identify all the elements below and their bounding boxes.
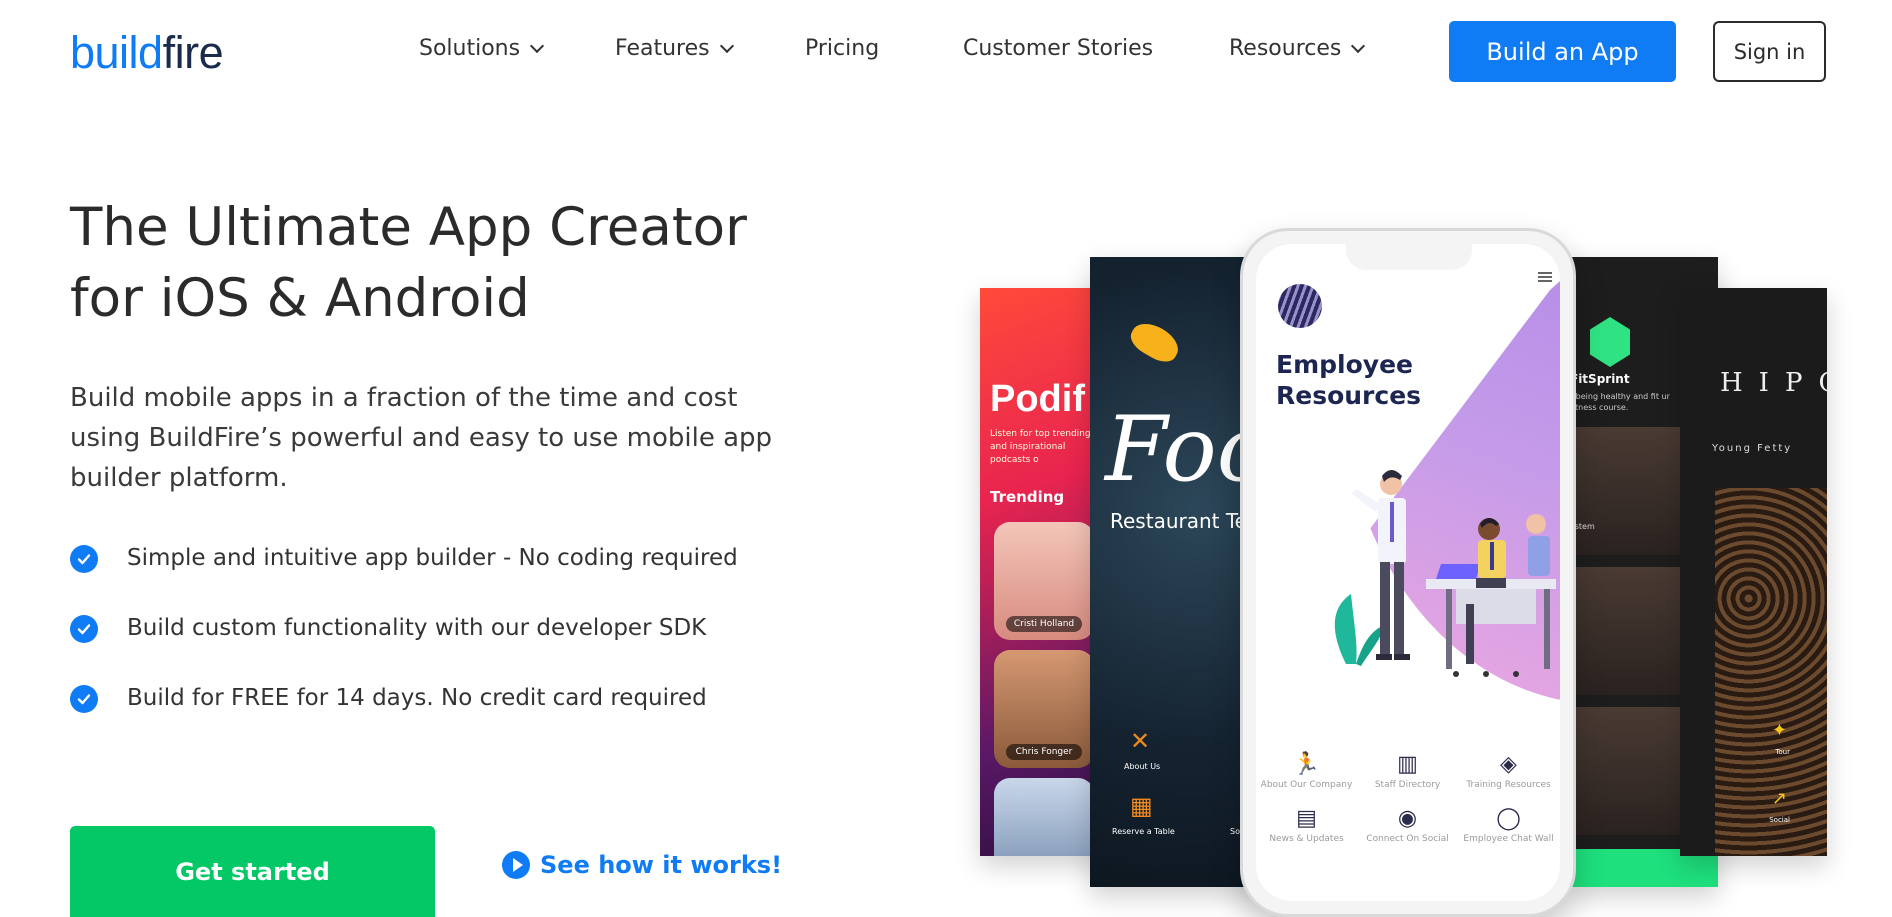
fitness-app-title: FitSprint [1570,372,1630,386]
sign-in-button[interactable]: Sign in [1713,21,1826,82]
feature-item: Simple and intuitive app builder - No co… [70,538,738,608]
grid-item-label: Staff Directory [1374,780,1441,790]
chat-icon: ◯ [1496,806,1521,831]
fitness-image [1570,707,1698,835]
podcast-host-name: Cristi Holland [1006,616,1082,632]
broadcast-icon: ◉ [1397,806,1418,831]
layers-icon: ◈ [1500,752,1517,777]
calendar-icon: ▦ [1130,792,1153,820]
nav-item-solutions[interactable]: Solutions [419,36,545,61]
grid-item-about-our-company[interactable]: 🏃 About Our Company [1256,752,1357,790]
nav-item-features[interactable]: Features [615,36,734,61]
office-people-illustration [1334,470,1556,677]
feature-text: Build for FREE for 14 days. No credit ca… [127,685,707,711]
check-icon [70,545,98,573]
podcast-thumbnail: Cristi Holland [994,522,1094,640]
utensils-icon: ✕ [1130,727,1151,755]
grid-item-staff-directory[interactable]: ▥ Staff Directory [1357,752,1458,790]
fitness-image [1570,567,1698,695]
chevron-down-icon [530,38,545,53]
restaurant-menu-label: Reserve a Table [1112,827,1175,836]
employee-resources-phone: Employee Resources 🏃 About Our Company ▥… [1240,228,1576,917]
directory-icon: ▥ [1397,752,1418,777]
nav-item-label: Resources [1229,36,1342,61]
podcast-host-name: Chris Fonger [1006,744,1082,760]
fitness-app-subtitle: t being healthy and fit ur fitness cours… [1570,392,1670,412]
trending-heading: Trending [990,488,1065,506]
app-screens-showcase: Podif Listen for top trending and inspir… [980,220,1840,917]
feature-list: Simple and intuitive app builder - No co… [70,538,738,748]
hamburger-menu-icon [1538,272,1552,282]
phone-screen: Employee Resources 🏃 About Our Company ▥… [1256,244,1560,901]
grid-item-training-resources[interactable]: ◈ Training Resources [1458,752,1559,790]
music-app-logo: HIPO [1720,368,1827,398]
grid-item-label: Employee Chat Wall [1463,834,1554,844]
build-an-app-button[interactable]: Build an App [1449,21,1676,82]
feature-text: Simple and intuitive app builder - No co… [127,545,738,571]
employee-title-line-2: Resources [1276,381,1422,410]
music-app-subtitle: Young Fetty [1712,443,1793,454]
top-navigation: buildfire Solutions Features Pricing Cus… [0,0,1892,102]
grid-item-label: Connect On Social [1366,834,1449,844]
see-how-label: See how it works! [540,851,783,879]
hero-title: The Ultimate App Creator for iOS & Andro… [70,192,830,334]
podcast-app-subtitle: Listen for top trending and inspirationa… [990,429,1091,465]
logo-text-fire: fire [162,27,224,78]
employee-title-line-1: Employee [1276,350,1413,379]
music-menu-label: Social [1769,816,1790,824]
nav-item-pricing[interactable]: Pricing [805,36,879,61]
feature-text: Build custom functionality with our deve… [127,615,707,641]
music-app-screen: HIPO Young Fetty ✦ Tour ↗ Social [1680,288,1827,856]
feature-item: Build custom functionality with our deve… [70,608,738,678]
music-menu-label: Tour [1775,748,1790,756]
podcast-thumbnail [994,778,1094,856]
orange-slice-image [1125,316,1185,368]
share-icon: ↗ [1771,788,1787,809]
nav-item-resources[interactable]: Resources [1229,36,1366,61]
nav-item-label: Solutions [419,36,521,61]
grid-item-label: About Our Company [1260,780,1353,790]
tour-icon: ✦ [1771,720,1787,741]
nav-item-customer-stories[interactable]: Customer Stories [963,36,1153,61]
get-started-button[interactable]: Get started [70,826,435,917]
news-icon: ▤ [1296,806,1317,831]
check-icon [70,615,98,643]
nav-item-label: Pricing [805,36,880,61]
nav-item-label: Customer Stories [963,36,1154,61]
see-how-it-works-link[interactable]: See how it works! [502,851,782,879]
play-icon [502,851,530,879]
fitsprint-logo-icon [1590,317,1630,367]
fitness-image: ystem [1570,427,1698,555]
buildfire-logo[interactable]: buildfire [70,27,224,78]
hero-title-line-1: The Ultimate App Creator [70,197,747,258]
hero-title-line-2: for iOS & Android [70,268,530,329]
grid-item-news-updates[interactable]: ▤ News & Updates [1256,806,1357,844]
phone-notch [1346,244,1472,270]
nav-item-label: Features [615,36,710,61]
podcast-app-title: Podif [990,378,1085,420]
podcast-thumbnail: Chris Fonger [994,650,1094,768]
logo-text-build: build [70,27,163,78]
company-logo-icon [1278,284,1322,328]
restaurant-app-subtitle: Restaurant Te [1110,509,1247,533]
chevron-down-icon [1351,38,1366,53]
runner-icon: 🏃 [1292,752,1321,777]
employee-resources-title: Employee Resources [1276,349,1476,411]
hero-description: Build mobile apps in a fraction of the t… [70,383,773,493]
restaurant-menu-label: About Us [1124,762,1161,771]
grid-item-connect-on-social[interactable]: ◉ Connect On Social [1357,806,1458,844]
grid-item-label: News & Updates [1269,834,1344,844]
feature-item: Build for FREE for 14 days. No credit ca… [70,678,738,748]
chevron-down-icon [719,38,734,53]
check-icon [70,685,98,713]
grid-item-label: Training Resources [1466,780,1551,790]
grid-item-employee-chat-wall[interactable]: ◯ Employee Chat Wall [1458,806,1559,844]
